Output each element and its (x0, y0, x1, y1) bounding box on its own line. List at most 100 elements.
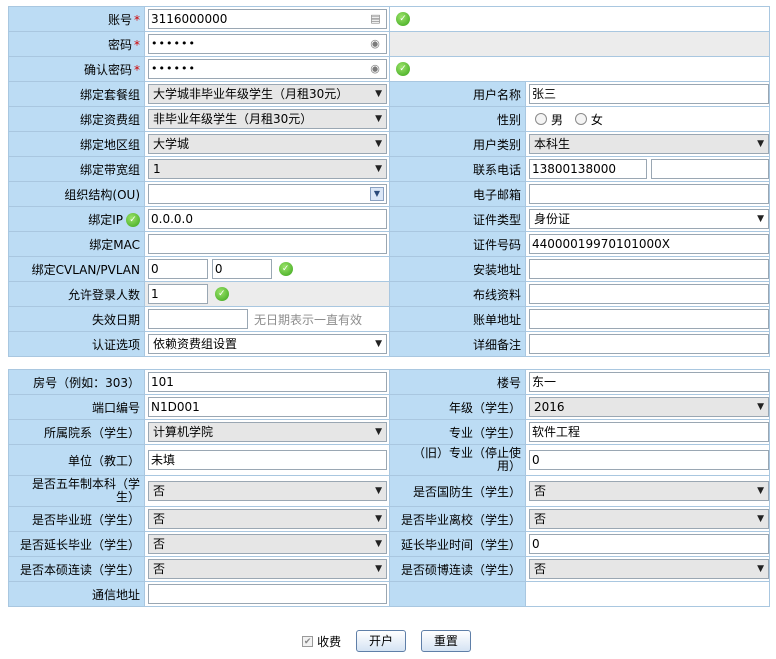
max-login-input[interactable]: 1 (148, 284, 208, 304)
gender-label: 性别 (389, 106, 526, 132)
extended-info-table: 房号（例如：303） 101 楼号 东一 端口编号 N1D001 年级（学生） … (8, 369, 770, 607)
masterphd-select[interactable]: 否 ▼ (529, 559, 769, 579)
remark-input[interactable] (529, 334, 769, 354)
building-input[interactable]: 东一 (529, 372, 769, 392)
ou-label: 组织结构(OU) (8, 181, 145, 207)
bill-input[interactable] (529, 309, 769, 329)
ou-cell: ▼ (144, 181, 390, 207)
username-input[interactable]: 张三 (529, 84, 769, 104)
expire-date-input[interactable] (148, 309, 248, 329)
room-input[interactable]: 101 (148, 372, 387, 392)
password-input[interactable]: •••••• ◉ (148, 34, 387, 54)
wiring-input[interactable] (529, 284, 769, 304)
row-mac: 绑定MAC 证件号码 44000019970101000X (8, 231, 770, 257)
oldmajor-input[interactable]: 0 (529, 450, 769, 470)
pvlan-input[interactable]: 0 (211, 259, 272, 279)
fiveyear-label-line1: 是否五年制本科（学 (31, 477, 140, 491)
extendtime-input[interactable]: 0 (529, 534, 769, 554)
dropdown-arrow-icon: ▼ (757, 564, 764, 574)
dropdown-arrow-icon: ▼ (375, 514, 382, 524)
bill-label: 账单地址 (389, 306, 526, 332)
password-label-cell: 密码 * (8, 31, 145, 57)
package-value: 大学城非毕业年级学生（月租30元） (153, 87, 349, 101)
valid-check-icon: ✓ (214, 287, 229, 301)
row-dept: 所属院系（学生） 计算机学院 ▼ 专业（学生） 软件工程 (8, 419, 770, 445)
gradclass-select[interactable]: 否 ▼ (148, 509, 387, 529)
region-value: 大学城 (153, 137, 190, 151)
region-label: 绑定地区组 (8, 131, 145, 157)
oldmajor-label-line2: 用） (496, 459, 521, 473)
grade-select[interactable]: 2016 ▼ (529, 397, 769, 417)
fee-label: 绑定资费组 (8, 106, 145, 132)
account-input[interactable]: 3116000000 ▤ (148, 9, 387, 29)
extended-select[interactable]: 否 ▼ (148, 534, 387, 554)
mac-input[interactable] (148, 234, 387, 254)
confirm-status-cell: ✓ (389, 56, 770, 82)
phone-input[interactable]: 13800138000 (529, 159, 647, 179)
row-bachmaster: 是否本硕连读（学生） 否 ▼ 是否硕博连读（学生） 否 ▼ (8, 556, 770, 582)
dropdown-arrow-icon: ▼ (375, 114, 382, 124)
email-input[interactable] (529, 184, 769, 204)
extended-cell: 否 ▼ (144, 531, 390, 557)
port-input[interactable]: N1D001 (148, 397, 387, 417)
fiveyear-cell: 否 ▼ (144, 475, 390, 507)
chevron-down-icon[interactable]: ▼ (370, 187, 384, 201)
idno-input[interactable]: 44000019970101000X (529, 234, 769, 254)
defense-select[interactable]: 否 ▼ (529, 481, 769, 501)
major-label: 专业（学生） (389, 419, 526, 445)
major-input[interactable]: 软件工程 (529, 422, 769, 442)
bachmaster-select[interactable]: 否 ▼ (148, 559, 387, 579)
unit-label: 单位（教工） (8, 444, 145, 476)
row-auth: 认证选项 依赖资费组设置 ▼ 详细备注 (8, 331, 770, 357)
charge-checkbox[interactable]: ✔ (302, 635, 314, 647)
row-mail: 通信地址 (8, 581, 770, 607)
fiveyear-label: 是否五年制本科（学 生） (8, 475, 145, 507)
confirm-cell: •••••• ◉ (144, 56, 390, 82)
auth-select[interactable]: 依赖资费组设置 ▼ (148, 334, 387, 354)
account-form-table: 账号 * 3116000000 ▤ ✓ 密码 * •••••• ◉ 确认密码 * ••••… (8, 6, 770, 357)
region-select[interactable]: 大学城 ▼ (148, 134, 387, 154)
usertype-select[interactable]: 本科生 ▼ (529, 134, 769, 154)
dept-label: 所属院系（学生） (8, 419, 145, 445)
bandwidth-select[interactable]: 1 ▼ (148, 159, 387, 179)
wiring-cell (525, 281, 770, 307)
ou-input[interactable]: ▼ (148, 184, 387, 204)
gender-male-radio[interactable] (535, 113, 547, 125)
idtype-cell: 身份证 ▼ (525, 206, 770, 232)
gradleave-select[interactable]: 否 ▼ (529, 509, 769, 529)
account-cell: 3116000000 ▤ (144, 6, 390, 32)
row-gradclass: 是否毕业班（学生） 否 ▼ 是否毕业离校（学生） 否 ▼ (8, 506, 770, 532)
port-cell: N1D001 (144, 394, 390, 420)
package-select[interactable]: 大学城非毕业年级学生（月租30元） ▼ (148, 84, 387, 104)
open-account-button[interactable]: 开户 (355, 630, 406, 652)
auth-value: 依赖资费组设置 (153, 337, 238, 351)
mac-cell (144, 231, 390, 257)
fiveyear-label-line2: 生） (115, 490, 140, 504)
install-input[interactable] (529, 259, 769, 279)
gradclass-value: 否 (153, 512, 166, 526)
fee-select[interactable]: 非毕业年级学生（月租30元） ▼ (148, 109, 387, 129)
mail-input[interactable] (148, 584, 387, 604)
ip-input[interactable]: 0.0.0.0 (148, 209, 387, 229)
row-password: 密码 * •••••• ◉ (8, 31, 770, 57)
oldmajor-label-line1: （旧）专业（停止使 (412, 446, 521, 460)
extended-value: 否 (153, 537, 166, 551)
idtype-select[interactable]: 身份证 ▼ (529, 209, 769, 229)
dept-select[interactable]: 计算机学院 ▼ (148, 422, 387, 442)
confirm-password-input[interactable]: •••••• ◉ (148, 59, 387, 79)
expire-label: 失效日期 (8, 306, 145, 332)
gender-female-radio[interactable] (574, 113, 587, 125)
gradclass-cell: 否 ▼ (144, 506, 390, 532)
room-cell: 101 (144, 369, 390, 395)
cvlan-input[interactable]: 0 (148, 259, 208, 279)
fiveyear-select[interactable]: 否 ▼ (148, 481, 387, 501)
row-vlan: 绑定CVLAN/PVLAN 0 0 ✓ 安装地址 (8, 256, 770, 282)
gradleave-value: 否 (534, 512, 547, 526)
unit-input[interactable]: 未填 (148, 450, 387, 470)
reset-button[interactable]: 重置 (420, 630, 471, 652)
account-value: 3116000000 (151, 12, 228, 26)
phone2-input[interactable] (650, 159, 769, 179)
extended-label: 是否延长毕业（学生） (8, 531, 145, 557)
masterphd-value: 否 (534, 562, 547, 576)
dropdown-arrow-icon: ▼ (375, 164, 382, 174)
